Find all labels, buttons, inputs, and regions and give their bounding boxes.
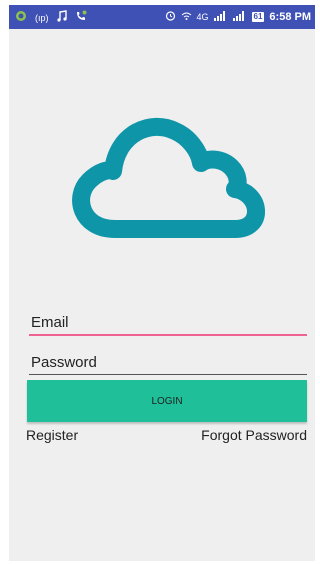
- alarm-icon: [165, 10, 176, 24]
- camera-icon: [15, 10, 27, 25]
- login-button[interactable]: LOGIN: [27, 380, 307, 422]
- status-bar: (ıp) 4G 61 6:58 PM: [9, 5, 315, 29]
- status-left-icons: (ıp): [15, 10, 87, 25]
- status-right-icons: 4G 61 6:58 PM: [165, 10, 311, 24]
- cloud-logo-icon: [63, 115, 269, 244]
- signal-icon-2: [232, 10, 247, 24]
- signal-icon: [213, 10, 228, 24]
- call-icon: [75, 10, 87, 25]
- status-time: 6:58 PM: [269, 11, 311, 23]
- phone-screen: (ıp) 4G 61 6:58 PM Email LOGIN Register …: [9, 5, 315, 561]
- battery-icon: 61: [251, 12, 265, 22]
- forgot-password-link[interactable]: Forgot Password: [201, 427, 307, 443]
- register-link[interactable]: Register: [26, 427, 78, 443]
- email-field[interactable]: [29, 310, 307, 336]
- hotspot-icon: (ıp): [35, 12, 49, 23]
- music-icon: [56, 10, 67, 25]
- network-type-label: 4G: [196, 12, 209, 22]
- wifi-icon: [181, 11, 192, 24]
- password-field[interactable]: [29, 350, 307, 375]
